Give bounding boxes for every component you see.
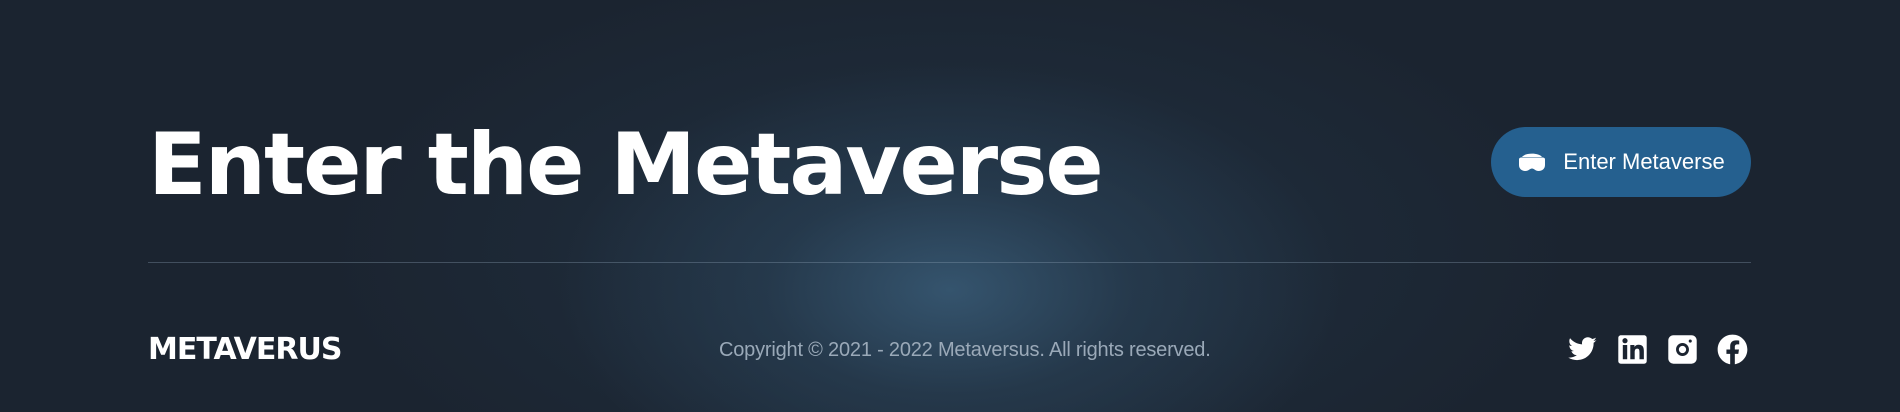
enter-metaverse-button[interactable]: Enter Metaverse: [1491, 127, 1751, 197]
linkedin-link[interactable]: [1617, 334, 1648, 365]
twitter-icon: [1568, 336, 1597, 360]
twitter-link[interactable]: [1567, 334, 1598, 365]
linkedin-icon: [1618, 334, 1647, 364]
enter-metaverse-label: Enter Metaverse: [1563, 149, 1725, 174]
facebook-icon: [1717, 334, 1748, 364]
social-links: [1567, 332, 1748, 366]
footer-divider: [148, 262, 1751, 263]
brand-logo[interactable]: METAVERUS: [148, 328, 342, 372]
vr-headset-icon: [1519, 153, 1546, 171]
facebook-link[interactable]: [1717, 334, 1748, 365]
instagram-icon: [1668, 334, 1697, 364]
hero-title: Enter the Metaverse: [148, 115, 1104, 215]
copyright-text: Copyright © 2021 - 2022 Metaversus. All …: [719, 339, 1211, 361]
page: Enter the Metaverse Enter Metaverse META…: [0, 0, 1900, 412]
instagram-link[interactable]: [1667, 334, 1698, 365]
